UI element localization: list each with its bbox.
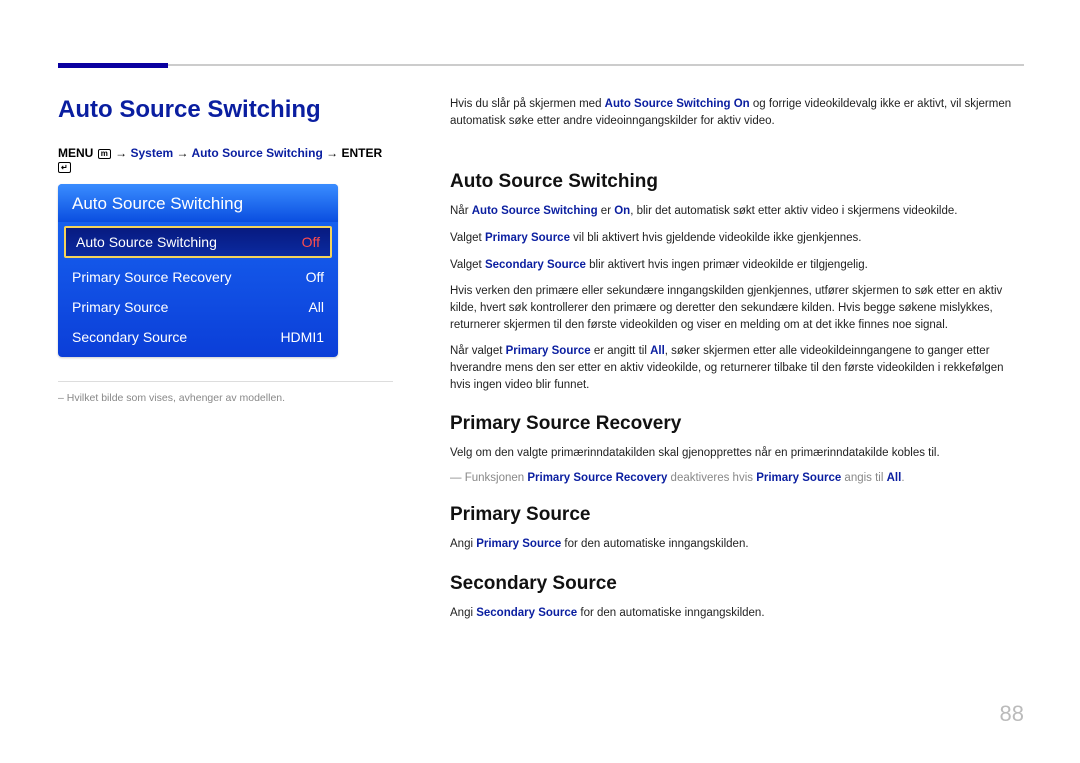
menu-item-label: Auto Source Switching bbox=[76, 234, 217, 250]
breadcrumb-system: System bbox=[131, 146, 174, 160]
sec1-p2: Valget Primary Source vil bli aktivert h… bbox=[450, 230, 1024, 247]
menu-item-secondary-source[interactable]: Secondary Source HDMI1 bbox=[58, 322, 338, 357]
heading-secondary-source: Secondary Source bbox=[450, 573, 1024, 595]
menu-item-primary-source-recovery[interactable]: Primary Source Recovery Off bbox=[58, 262, 338, 292]
menu-item-label: Primary Source Recovery bbox=[72, 269, 232, 285]
page-title: Auto Source Switching bbox=[58, 96, 393, 124]
menu-item-auto-source-switching[interactable]: Auto Source Switching Off bbox=[64, 226, 332, 258]
breadcrumb-arrow: → bbox=[326, 146, 338, 160]
page-number: 88 bbox=[1000, 701, 1024, 727]
top-divider-accent bbox=[58, 63, 168, 68]
menu-item-value: Off bbox=[306, 269, 324, 285]
sec2-p1: Velg om den valgte primærinndatakilden s… bbox=[450, 445, 1024, 462]
sec1-p4: Hvis verken den primære eller sekundære … bbox=[450, 283, 1024, 333]
menu-item-label: Secondary Source bbox=[72, 329, 187, 345]
enter-icon: ↵ bbox=[58, 162, 71, 173]
breadcrumb-arrow: → bbox=[115, 146, 127, 160]
left-column: Auto Source Switching MENU m → System → … bbox=[58, 96, 393, 404]
right-column: Hvis du slår på skjermen med Auto Source… bbox=[450, 96, 1024, 631]
menu-item-value: Off bbox=[302, 234, 320, 250]
intro-paragraph: Hvis du slår på skjermen med Auto Source… bbox=[450, 96, 1024, 129]
sec1-p3: Valget Secondary Source blir aktivert hv… bbox=[450, 257, 1024, 274]
breadcrumb-item: Auto Source Switching bbox=[191, 146, 322, 160]
breadcrumb-enter: ENTER bbox=[341, 146, 382, 160]
menu-item-value: HDMI1 bbox=[280, 329, 324, 345]
breadcrumb-arrow: → bbox=[177, 146, 189, 160]
sec1-p5: Når valget Primary Source er angitt til … bbox=[450, 343, 1024, 393]
heading-primary-source-recovery: Primary Source Recovery bbox=[450, 413, 1024, 435]
menu-header: Auto Source Switching bbox=[58, 184, 338, 222]
breadcrumb: MENU m → System → Auto Source Switching … bbox=[58, 146, 393, 174]
heading-auto-source-switching: Auto Source Switching bbox=[450, 171, 1024, 193]
left-divider bbox=[58, 381, 393, 382]
sec4-p1: Angi Secondary Source for den automatisk… bbox=[450, 605, 1024, 622]
menu-item-primary-source[interactable]: Primary Source All bbox=[58, 292, 338, 322]
breadcrumb-menu: MENU bbox=[58, 146, 93, 160]
menu-panel: Auto Source Switching Auto Source Switch… bbox=[58, 184, 338, 357]
sec1-p1: Når Auto Source Switching er On, blir de… bbox=[450, 203, 1024, 220]
menu-item-value: All bbox=[308, 299, 324, 315]
top-divider bbox=[58, 64, 1024, 66]
heading-primary-source: Primary Source bbox=[450, 504, 1024, 526]
term-auto-source-switching-on: Auto Source Switching On bbox=[605, 98, 750, 110]
menu-icon: m bbox=[98, 149, 111, 159]
menu-item-label: Primary Source bbox=[72, 299, 168, 315]
sec2-note: Funksjonen Primary Source Recovery deakt… bbox=[450, 472, 1024, 484]
sec3-p1: Angi Primary Source for den automatiske … bbox=[450, 536, 1024, 553]
model-footnote: Hvilket bilde som vises, avhenger av mod… bbox=[58, 392, 393, 404]
